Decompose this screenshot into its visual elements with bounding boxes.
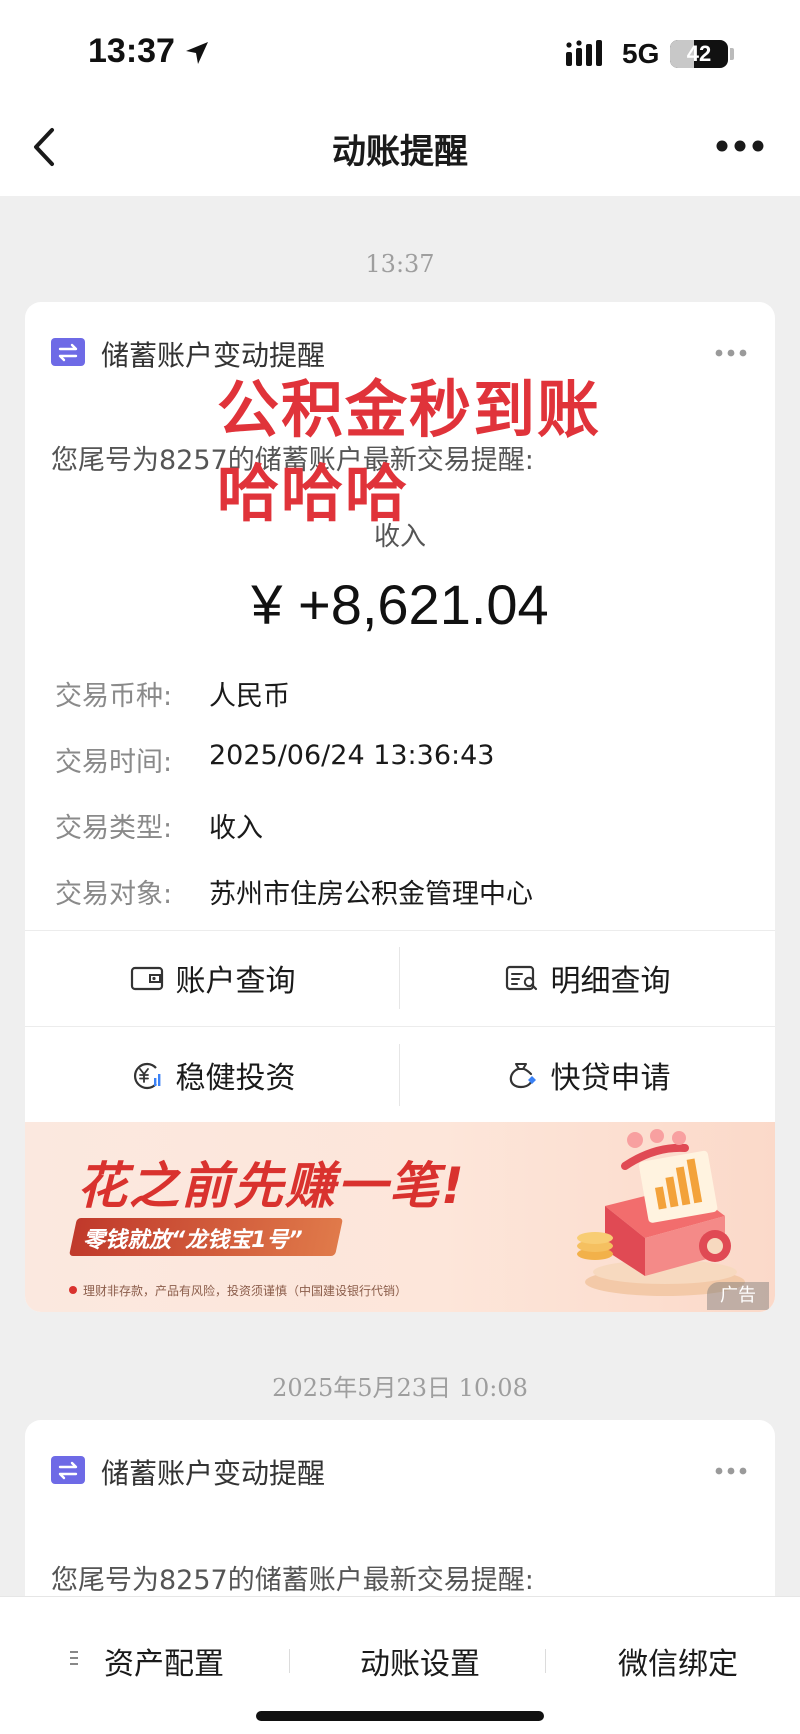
location-arrow-icon	[186, 42, 208, 64]
gift-box-illustration	[577, 1129, 745, 1296]
nav-bar: 动账提醒	[0, 100, 800, 196]
divider	[289, 1649, 290, 1673]
action-grid: 账户查询 明细查询 稳健投资 快贷申请	[25, 930, 775, 1124]
banner-title: 花之前先赚一笔!	[77, 1157, 466, 1215]
bottom-menu-bar: 资产配置 动账设置 微信绑定	[0, 1596, 800, 1734]
amount-label: 收入	[373, 522, 426, 552]
page-title: 动账提醒	[332, 132, 468, 172]
promo-banner[interactable]: 花之前先赚一笔! 零钱就放“龙钱宝1号” 理财非存款，产品有风险，投资须谨慎（中…	[25, 1122, 775, 1312]
message-timestamp: 2025年5月23日 10:08	[272, 1374, 528, 1402]
home-indicator[interactable]	[256, 1711, 544, 1721]
money-bag-icon	[509, 1063, 536, 1089]
detail-label: 交易类型:	[55, 813, 173, 844]
quick-loan-label: 快贷申请	[550, 1061, 671, 1096]
ad-label: 广告	[707, 1282, 769, 1310]
detail-value: 苏州市住房公积金管理中心	[209, 879, 533, 910]
detail-query-button[interactable]: 明细查询	[400, 930, 775, 1026]
account-query-label: 账户查询	[175, 964, 296, 999]
banner-tag: 零钱就放“龙钱宝1号”	[83, 1228, 303, 1253]
banner-dot	[69, 1286, 77, 1294]
more-options-icon[interactable]	[716, 138, 764, 154]
detail-value: 收入	[209, 813, 263, 844]
detail-value: 2025/06/24 13:36:43	[209, 740, 495, 771]
status-bar: 13:37 5G 42	[0, 0, 800, 100]
menu-lines-icon	[70, 1651, 78, 1665]
detail-value: 人民币	[209, 681, 290, 712]
transaction-card: 储蓄账户变动提醒 您尾号为8257的储蓄账户最新交易提醒: 公积金秒到账 哈哈哈…	[25, 302, 775, 1312]
card-title: 储蓄账户变动提醒	[101, 1457, 326, 1490]
detail-label: 交易时间:	[55, 747, 173, 778]
message-timestamp: 13:37	[365, 250, 435, 278]
account-query-button[interactable]: 账户查询	[25, 930, 400, 1026]
detail-query-label: 明细查询	[550, 964, 671, 999]
status-time: 13:37	[88, 32, 175, 70]
battery-level: 42	[686, 41, 712, 66]
statement-search-icon	[505, 965, 537, 991]
intro-text: 您尾号为8257的储蓄账户最新交易提醒:	[51, 1565, 534, 1596]
amount-value: ¥ +8,621.04	[251, 573, 549, 636]
divider	[545, 1649, 546, 1673]
transfer-icon	[51, 338, 85, 366]
transfer-icon	[51, 1456, 85, 1484]
network-label: 5G	[622, 38, 660, 69]
wechat-binding-menu[interactable]: 微信绑定	[618, 1639, 738, 1683]
detail-label: 交易币种:	[55, 681, 173, 712]
yuan-chart-icon	[133, 1062, 160, 1090]
banner-disclaimer: 理财非存款，产品有风险，投资须谨慎（中国建设银行代销）	[83, 1284, 408, 1298]
card-title: 储蓄账户变动提醒	[101, 339, 326, 372]
battery-cap	[730, 48, 734, 60]
card-more-icon[interactable]	[715, 348, 747, 358]
overlay-caption-line1: 公积金秒到账	[217, 373, 602, 446]
asset-allocation-menu[interactable]: 资产配置	[104, 1639, 224, 1683]
wallet-icon	[130, 966, 163, 991]
notification-settings-menu[interactable]: 动账设置	[360, 1639, 480, 1683]
detail-label: 交易对象:	[55, 879, 173, 910]
card-more-icon[interactable]	[715, 1466, 747, 1476]
battery-icon: 42	[670, 40, 728, 68]
signal-icon	[566, 40, 602, 66]
steady-invest-button[interactable]: 稳健投资	[25, 1027, 400, 1123]
quick-loan-button[interactable]: 快贷申请	[400, 1027, 775, 1123]
steady-invest-label: 稳健投资	[175, 1061, 296, 1096]
